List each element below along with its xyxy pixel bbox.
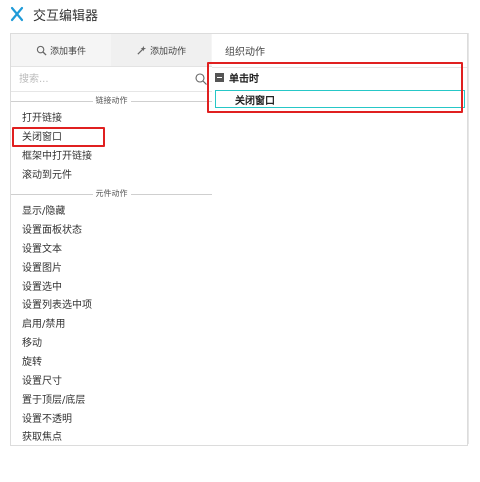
section-title: 元件动作 — [92, 189, 131, 198]
add-action-icon — [137, 45, 147, 55]
action-set-image[interactable]: 设置图片 — [22, 260, 62, 278]
action-open-link-in-frame[interactable]: 框架中打开链接 — [22, 148, 92, 166]
action-rotate[interactable]: 旋转 — [22, 354, 42, 372]
title-bar: 交互编辑器 — [0, 0, 480, 28]
action-enable-disable[interactable]: 启用/禁用 — [22, 316, 65, 334]
collapse-icon[interactable] — [215, 72, 224, 82]
action-move[interactable]: 移动 — [22, 335, 42, 353]
section-header-link-actions: 链接动作 — [11, 94, 212, 108]
action-open-link[interactable]: 打开链接 — [22, 110, 62, 128]
section-header-widget-actions: 元件动作 — [11, 187, 212, 201]
action-show-hide[interactable]: 显示/隐藏 — [22, 203, 65, 221]
action-set-size[interactable]: 设置尺寸 — [22, 373, 62, 391]
window-title: 交互编辑器 — [33, 9, 99, 24]
tab-add-action-label: 添加动作 — [149, 46, 186, 57]
organize-actions-panel: 组织动作 单击时 关闭窗口 — [212, 33, 468, 446]
action-set-opacity[interactable]: 设置不透明 — [22, 411, 72, 429]
action-set-panel-state[interactable]: 设置面板状态 — [22, 222, 82, 240]
add-event-icon — [36, 45, 47, 56]
action-library-panel: 添加事件 添加动作 链接动作 打开链接 关闭窗口 框架中打开链接 滚动到元件 元… — [10, 33, 213, 446]
tab-add-event[interactable]: 添加事件 — [11, 34, 111, 66]
action-bring-front-back[interactable]: 置于顶层/底层 — [22, 392, 85, 410]
action-set-selected[interactable]: 设置选中 — [22, 279, 62, 297]
tab-add-action[interactable]: 添加动作 — [111, 34, 211, 66]
section-title: 链接动作 — [92, 96, 131, 105]
event-row-on-click[interactable]: 单击时 — [215, 69, 259, 85]
action-focus[interactable]: 获取焦点 — [22, 429, 62, 447]
app-logo-icon — [10, 6, 24, 22]
search-input[interactable] — [19, 71, 189, 87]
tab-bar: 添加事件 添加动作 — [11, 34, 212, 67]
action-set-list-selection[interactable]: 设置列表选中项 — [22, 297, 92, 315]
search-icon[interactable] — [195, 73, 207, 85]
action-close-window[interactable]: 关闭窗口 — [22, 129, 62, 147]
tab-add-event-label: 添加事件 — [49, 46, 86, 57]
action-row-close-window[interactable]: 关闭窗口 — [215, 90, 465, 108]
search-bar — [11, 67, 212, 92]
action-set-text[interactable]: 设置文本 — [22, 241, 62, 259]
organize-actions-header: 组织动作 — [225, 47, 265, 58]
action-label: 关闭窗口 — [235, 96, 275, 107]
properties-panel — [468, 33, 480, 444]
event-label: 单击时 — [229, 73, 259, 85]
action-scroll-to-widget[interactable]: 滚动到元件 — [22, 167, 72, 185]
